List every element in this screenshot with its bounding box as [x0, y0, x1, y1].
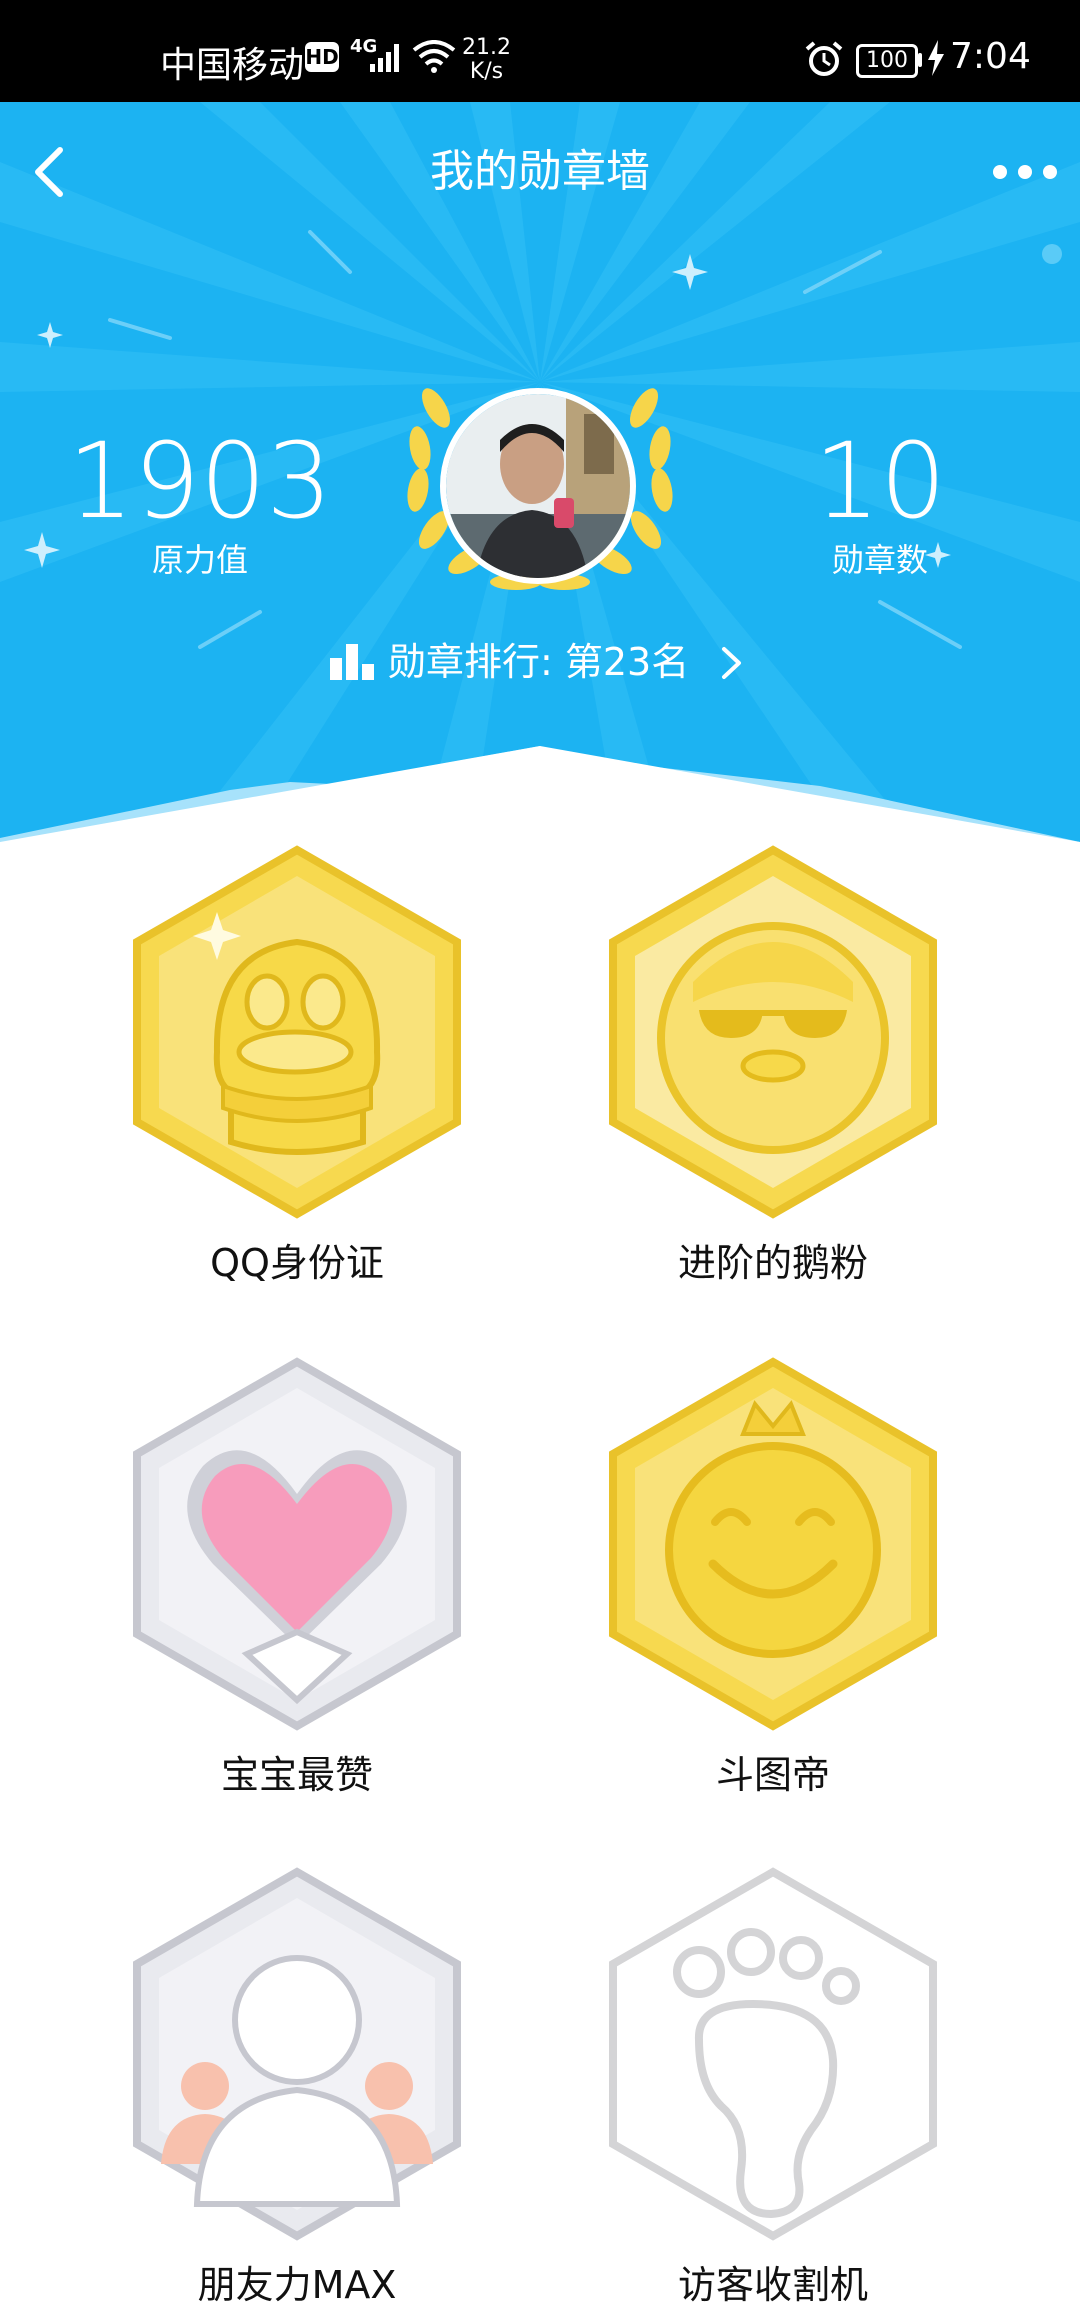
status-bar: 中国移动 HD 4G 21.2 K/s 100 7:04 [0, 0, 1080, 102]
ranking-bars-icon [330, 644, 374, 680]
header-bottom-edge [0, 746, 1080, 842]
medal-ranking-link[interactable]: 勋章排行: 第23名 [320, 632, 760, 692]
page-title: 我的勋章墙 [430, 146, 650, 197]
signal-icon [370, 44, 399, 72]
medal-item[interactable]: 宝宝最赞 [60, 1354, 534, 1800]
speed-unit: K/s [469, 59, 504, 84]
avatar[interactable] [440, 388, 636, 584]
battery-cap [918, 53, 922, 67]
force-label: 原力值 [151, 541, 248, 579]
footprint-icon [609, 1867, 937, 2241]
clock: 7:04 [950, 36, 1031, 77]
medal-item[interactable]: 朋友力MAX [60, 1864, 534, 2310]
medal-item[interactable]: QQ身份证 [60, 842, 534, 1288]
medal-label: QQ身份证 [210, 1241, 384, 1285]
network-speed: 21.2 K/s [462, 36, 511, 84]
avatar-photo [446, 394, 630, 578]
medal-item[interactable]: 斗图帝 [536, 1354, 1010, 1800]
force-value-stat[interactable]: 1903 原力值 [60, 422, 340, 580]
medal-count: 10 [813, 420, 947, 542]
medal-label: 宝宝最赞 [220, 1753, 373, 1797]
medal-label: 斗图帝 [715, 1753, 830, 1797]
charging-icon [928, 40, 944, 76]
battery-level: 100 [856, 44, 918, 78]
wifi-icon [412, 40, 456, 73]
hd-badge: HD [305, 42, 339, 72]
medal-count-stat[interactable]: 10 勋章数 [740, 422, 1020, 580]
more-button[interactable] [990, 152, 1060, 192]
speed-value: 21.2 [462, 35, 511, 60]
more-dots-icon [993, 165, 1057, 179]
smiley-crown-icon [609, 1357, 937, 1731]
force-value: 1903 [67, 420, 333, 542]
penguin-sunglasses-icon [609, 845, 937, 1219]
medal-item[interactable]: 访客收割机 [536, 1864, 1010, 2310]
carrier-name: 中国移动 [160, 45, 305, 86]
qq-penguin-scarf-icon [133, 845, 461, 1219]
chevron-right-icon [722, 647, 741, 679]
medal-count-label: 勋章数 [831, 541, 928, 579]
friends-people-icon [133, 1867, 461, 2241]
medal-label: 访客收割机 [677, 2263, 868, 2307]
medal-item[interactable]: 进阶的鹅粉 [536, 842, 1010, 1288]
heart-icon [133, 1357, 461, 1731]
medal-wall-header: 我的勋章墙 1903 原力值 10 勋章数 勋章排行: 第23名 [0, 102, 1080, 842]
medal-label: 进阶的鹅粉 [677, 1241, 868, 1285]
medal-label: 朋友力MAX [197, 2263, 397, 2307]
alarm-icon [805, 41, 843, 76]
ranking-text: 勋章排行: 第23名 [388, 640, 690, 684]
